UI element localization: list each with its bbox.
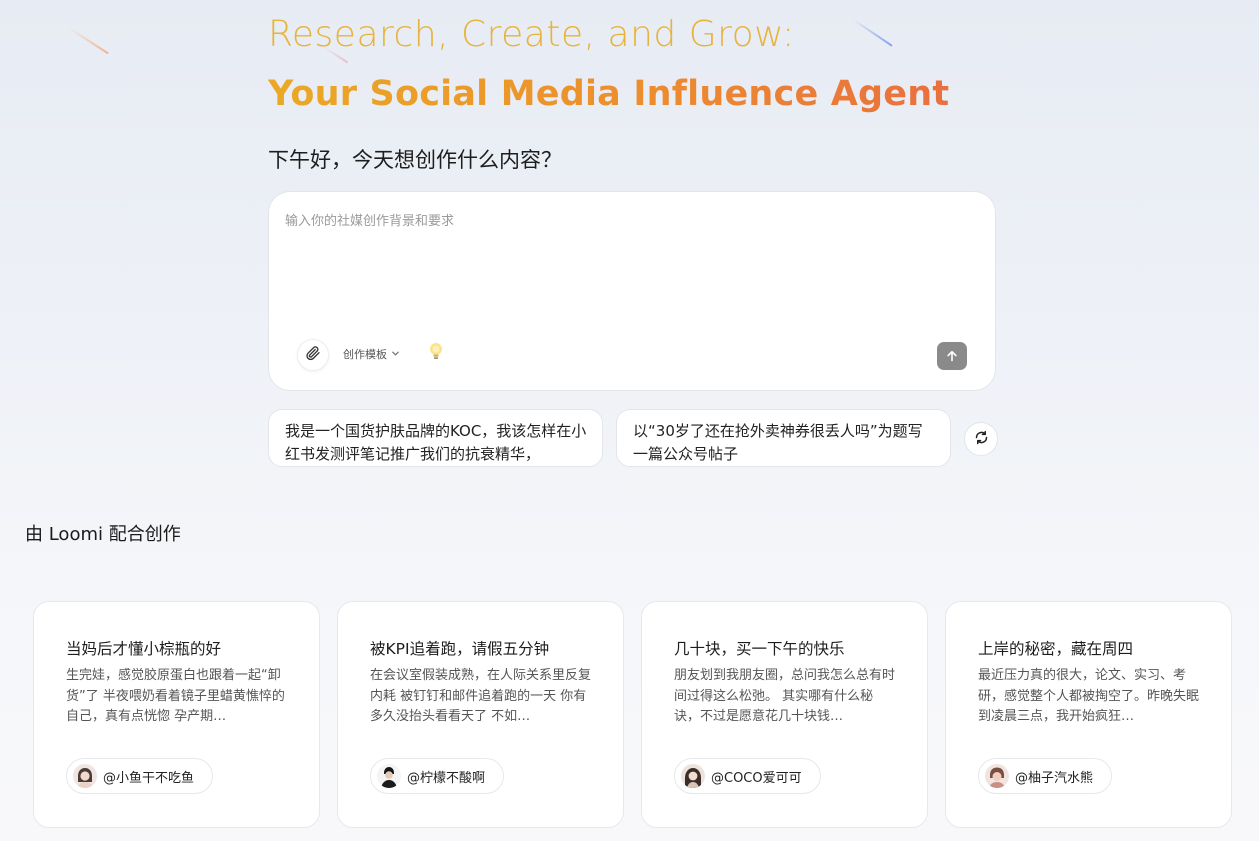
author-chip[interactable]: @小鱼干不吃鱼: [66, 758, 214, 794]
author-name: @小鱼干不吃鱼: [103, 770, 195, 786]
avatar: [681, 764, 705, 788]
hero-subheadline: Your Social Media Influence Agent: [268, 74, 950, 114]
suggestion-chip[interactable]: 以“30岁了还在抢外卖神券很丢人吗”为题写一篇公众号帖子: [616, 409, 951, 467]
decorative-streak: [853, 19, 893, 47]
paperclip-icon: [305, 345, 321, 365]
showcase-card[interactable]: 几十块，买一下午的快乐 朋友划到我朋友圈，总问我怎么总有时间过得这么松弛。 其实…: [641, 601, 928, 828]
send-button[interactable]: [937, 342, 967, 370]
card-title: 被KPI追着跑，请假五分钟: [370, 640, 550, 658]
avatar: [73, 764, 97, 788]
avatar: [377, 764, 401, 788]
template-dropdown[interactable]: 创作模板: [343, 344, 400, 364]
attach-button[interactable]: [297, 339, 329, 371]
showcase-card[interactable]: 上岸的秘密，藏在周四 最近压力真的很大，论文、实习、考研，感觉整个人都被掏空了。…: [945, 601, 1232, 828]
section-title: 由 Loomi 配合创作: [25, 524, 181, 545]
chevron-down-icon: [391, 348, 400, 361]
author-chip[interactable]: @COCO爱可可: [674, 758, 821, 794]
decorative-streak: [69, 27, 109, 55]
avatar: [985, 764, 1009, 788]
author-name: @COCO爱可可: [711, 770, 802, 786]
author-name: @柚子汽水熊: [1015, 770, 1094, 786]
card-excerpt: 在会议室假装成熟，在人际关系里反复内耗 被钉钉和邮件追着跑的一天 你有多久没抬头…: [370, 668, 592, 724]
suggestion-chip[interactable]: 我是一个国货护肤品牌的KOC，我该怎样在小红书发测评笔记推广我们的抗衰精华，: [268, 409, 603, 467]
author-chip[interactable]: @柚子汽水熊: [978, 758, 1113, 794]
arrow-up-icon: [946, 347, 958, 366]
refresh-icon: [974, 430, 989, 449]
card-excerpt: 生完娃，感觉胶原蛋白也跟着一起“卸货”了 半夜喂奶看着镜子里蜡黄憔悴的自己，真有…: [66, 668, 285, 724]
prompt-input[interactable]: [283, 208, 977, 312]
showcase-card[interactable]: 被KPI追着跑，请假五分钟 在会议室假装成熟，在人际关系里反复内耗 被钉钉和邮件…: [337, 601, 624, 828]
refresh-suggestions-button[interactable]: [964, 422, 998, 456]
lightbulb-icon: [428, 342, 444, 366]
author-chip[interactable]: @柠檬不酸啊: [370, 758, 505, 794]
card-title: 上岸的秘密，藏在周四: [978, 640, 1134, 658]
author-name: @柠檬不酸啊: [407, 770, 486, 786]
idea-button[interactable]: [425, 342, 447, 366]
showcase-card[interactable]: 当妈后才懂小棕瓶的好 生完娃，感觉胶原蛋白也跟着一起“卸货”了 半夜喂奶看着镜子…: [33, 601, 320, 828]
hero-headline: Research, Create, and Grow:: [268, 14, 795, 55]
card-excerpt: 朋友划到我朋友圈，总问我怎么总有时间过得这么松弛。 其实哪有什么秘诀，不过是愿意…: [674, 668, 896, 724]
template-label: 创作模板: [343, 348, 387, 361]
card-title: 当妈后才懂小棕瓶的好: [66, 640, 222, 658]
card-title: 几十块，买一下午的快乐: [674, 640, 845, 658]
card-excerpt: 最近压力真的很大，论文、实习、考研，感觉整个人都被掏空了。昨晚失眠到凌晨三点，我…: [978, 668, 1200, 724]
greeting-text: 下午好，今天想创作什么内容？: [268, 148, 562, 172]
prompt-composer: 创作模板: [268, 191, 996, 391]
